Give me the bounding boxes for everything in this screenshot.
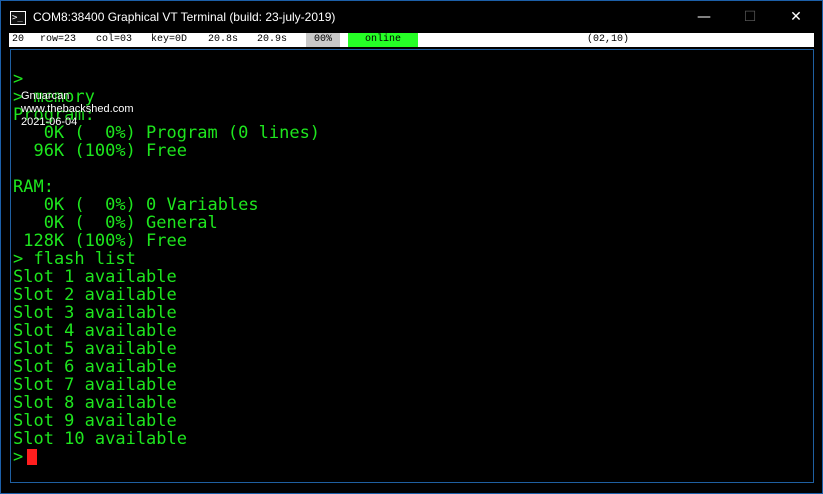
terminal-line: RAM: [13, 177, 54, 197]
terminal-prompt-line[interactable]: > [13, 448, 320, 466]
status-percent: 00% [306, 33, 340, 47]
status-online: online [348, 33, 418, 47]
terminal-line: Slot 2 available [13, 285, 177, 305]
terminal-line: Slot 7 available [13, 375, 177, 395]
terminal-window: >_ COM8:38400 Graphical VT Terminal (bui… [0, 0, 823, 494]
terminal-line: 128K (100%) Free [13, 231, 187, 251]
terminal-line: Slot 6 available [13, 357, 177, 377]
terminal-line: Slot 3 available [13, 303, 177, 323]
watermark-date: 2021-06-04 [21, 116, 78, 128]
title-bar[interactable]: >_ COM8:38400 Graphical VT Terminal (bui… [1, 1, 822, 33]
status-time-1: 20.8s [208, 34, 239, 45]
terminal-line: > flash list [13, 249, 136, 269]
window-title: COM8:38400 Graphical VT Terminal (build:… [33, 10, 336, 24]
maximize-button[interactable]: ☐ [727, 1, 773, 33]
minimize-button[interactable]: — [681, 1, 727, 33]
terminal-icon[interactable]: >_ [10, 11, 26, 25]
close-button[interactable]: ✕ [773, 1, 819, 33]
terminal-line: 0K ( 0%) 0 Variables [13, 195, 259, 215]
terminal-line: Slot 5 available [13, 339, 177, 359]
terminal-line: Slot 10 available [13, 429, 187, 449]
status-coords: (02,10) [587, 34, 630, 45]
terminal-line: Slot 4 available [13, 321, 177, 341]
terminal-line: Slot 9 available [13, 411, 177, 431]
terminal-line: 96K (100%) Free [13, 141, 187, 161]
status-line-count: 20 [12, 34, 25, 45]
terminal-line: Slot 1 available [13, 267, 177, 287]
terminal-line: 0K ( 0%) General [13, 213, 218, 233]
status-bar: 20 row=23 col=03 key=0D 20.8s 20.9s 00% … [9, 33, 814, 47]
status-key: key=0D [151, 34, 188, 45]
terminal-prompt: > [13, 447, 24, 467]
terminal-line: > [13, 69, 24, 89]
status-row: row=23 [40, 34, 77, 45]
watermark-site: www.thebackshed.com [21, 103, 134, 115]
status-col: col=03 [96, 34, 133, 45]
terminal-output: > > memory Program: 0K ( 0%) Program (0 li… [13, 70, 320, 466]
watermark-name: Gnuarcan [21, 90, 70, 102]
terminal-line: Slot 8 available [13, 393, 177, 413]
terminal-icon-glyph: >_ [11, 12, 25, 24]
watermark-overlay: Gnuarcan www.thebackshed.com 2021-06-04 [21, 90, 134, 129]
text-cursor [27, 449, 38, 465]
status-time-2: 20.9s [257, 34, 288, 45]
